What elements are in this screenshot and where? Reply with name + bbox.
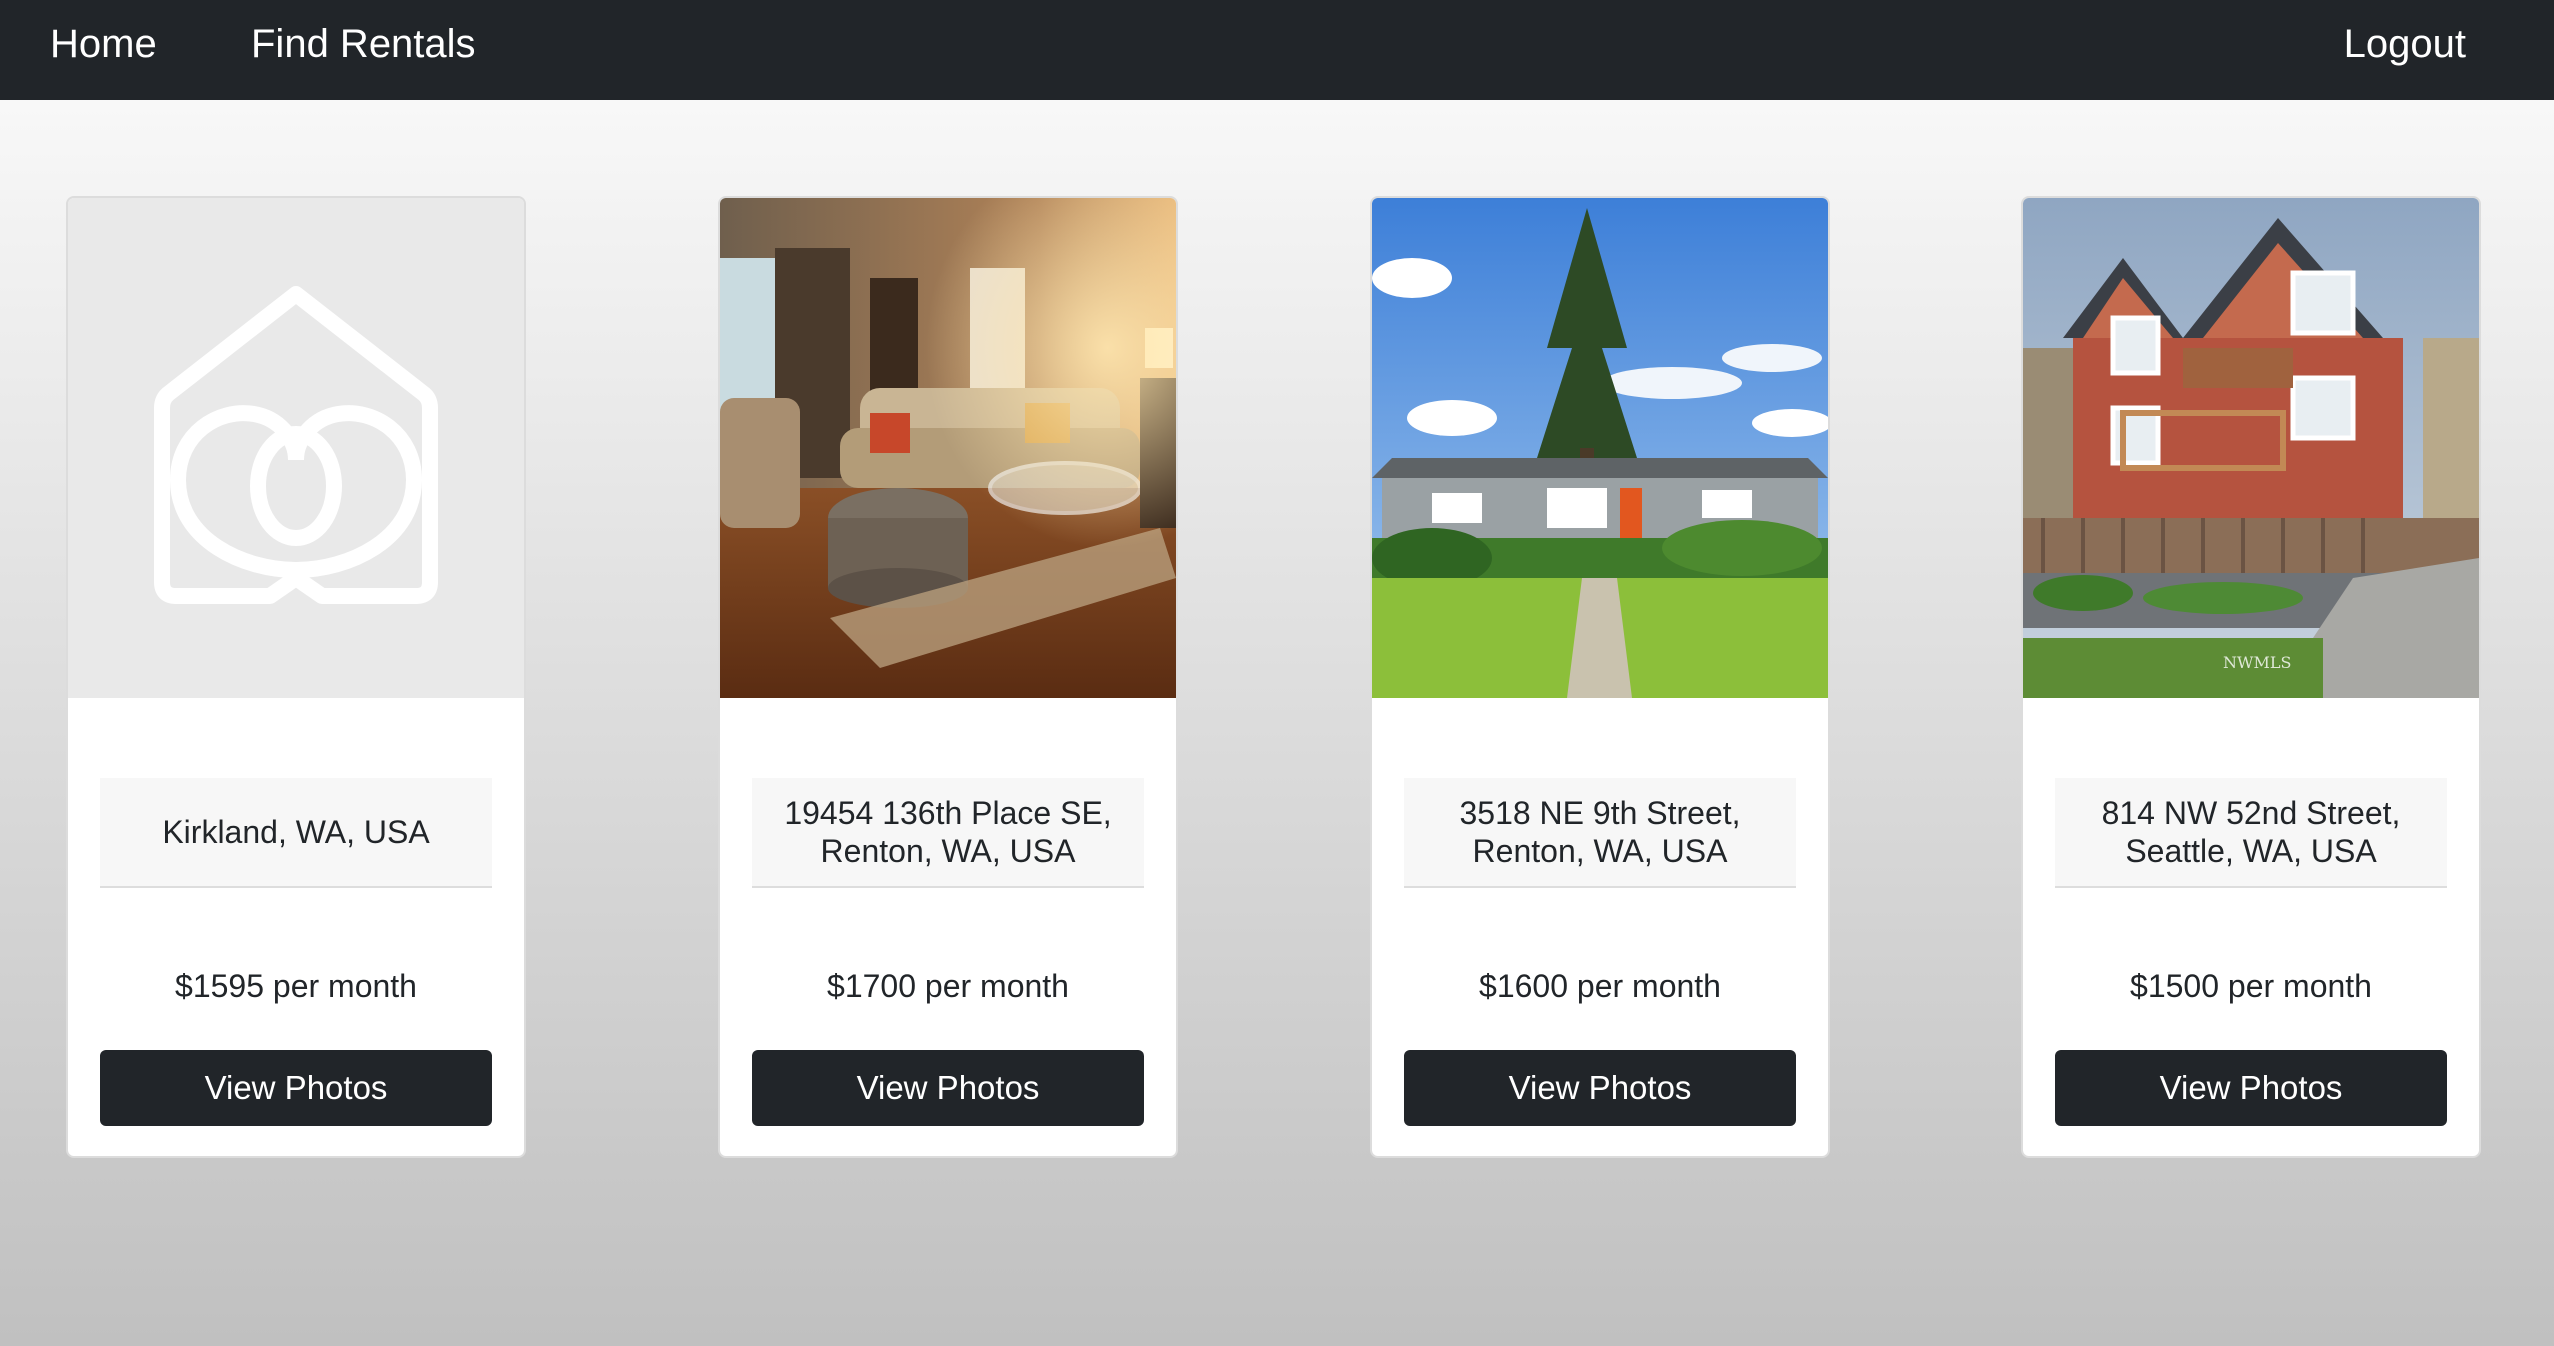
nwmls-watermark: NWMLS: [2223, 653, 2291, 672]
listing-address: 814 NW 52nd Street, Seattle, WA, USA: [2055, 778, 2447, 888]
listing-card: NWMLS 814 NW 52nd Street, Seattle, WA, U…: [2021, 196, 2481, 1158]
listing-photo-living-room[interactable]: [720, 198, 1176, 698]
nav-home-link[interactable]: Home: [50, 0, 157, 100]
living-room-photo: [720, 198, 1176, 698]
listing-card: 19454 136th Place SE, Renton, WA, USA $1…: [718, 196, 1178, 1158]
view-photos-button[interactable]: View Photos: [1404, 1050, 1796, 1126]
listing-price: $1500 per month: [2130, 968, 2372, 1004]
listing-price: $1595 per month: [175, 968, 417, 1004]
listing-price: $1600 per month: [1479, 968, 1721, 1004]
listing-address: 19454 136th Place SE, Renton, WA, USA: [752, 778, 1144, 888]
top-navbar: Home Find Rentals Logout: [0, 0, 2554, 100]
listing-card: Kirkland, WA, USA $1595 per month View P…: [66, 196, 526, 1158]
listing-address: Kirkland, WA, USA: [100, 778, 492, 888]
listing-photo-placeholder[interactable]: [68, 198, 524, 698]
gray-house-with-tree-photo: [1372, 198, 1828, 698]
listing-photo-townhouse[interactable]: NWMLS: [2023, 198, 2479, 698]
listing-address: 3518 NE 9th Street, Renton, WA, USA: [1404, 778, 1796, 888]
listing-card: 3518 NE 9th Street, Renton, WA, USA $160…: [1370, 196, 1830, 1158]
red-townhouse-photo: NWMLS: [2023, 198, 2479, 698]
nav-find-rentals-link[interactable]: Find Rentals: [251, 0, 476, 100]
listing-price: $1700 per month: [827, 968, 1069, 1004]
view-photos-button[interactable]: View Photos: [752, 1050, 1144, 1126]
view-photos-button[interactable]: View Photos: [100, 1050, 492, 1126]
view-photos-button[interactable]: View Photos: [2055, 1050, 2447, 1126]
listing-photo-gray-house[interactable]: [1372, 198, 1828, 698]
nav-logout-link[interactable]: Logout: [2344, 0, 2466, 100]
house-heart-icon: [68, 198, 524, 698]
